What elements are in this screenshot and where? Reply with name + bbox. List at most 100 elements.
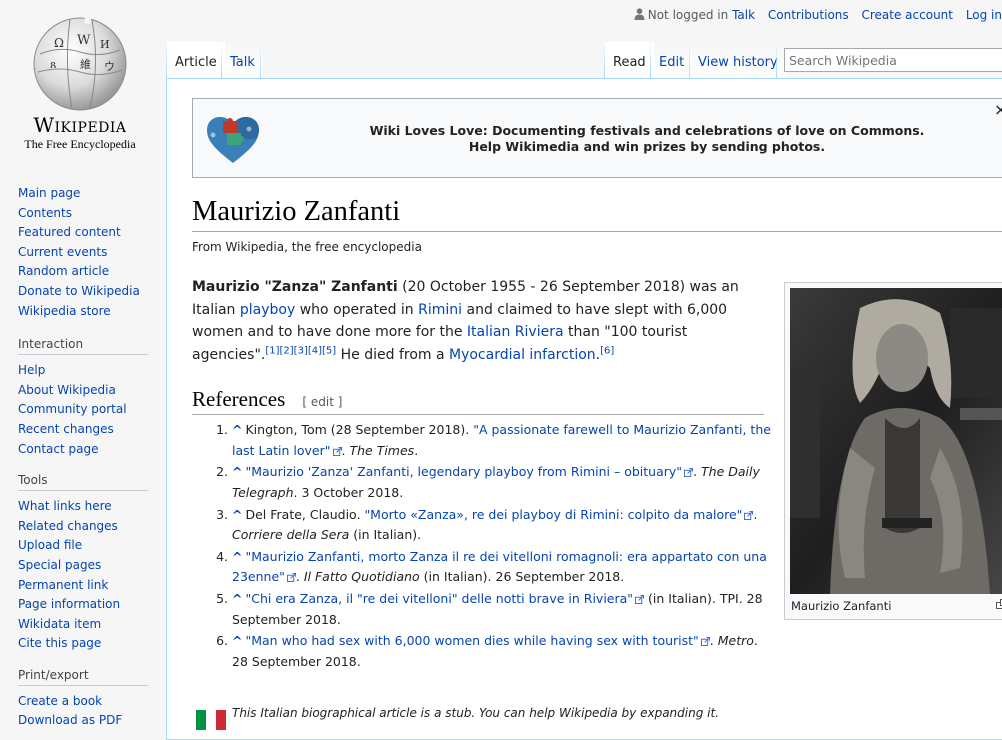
banner-line-2[interactable]: Help Wikimedia and win prizes by sending… [273,139,1002,155]
central-notice-banner: Wiki Loves Love: Documenting festivals a… [192,98,1002,178]
personal-tools: Not logged in Talk Contributions Create … [634,8,1002,22]
ref-author: Kington, Tom (28 September 2018). [245,422,473,437]
references-title: References [192,387,285,411]
sidebar-item-upload-file[interactable]: Upload file [18,538,82,552]
sidebar-item-store[interactable]: Wikipedia store [18,304,111,318]
svg-text:W: W [77,33,91,48]
sidebar-item-donate[interactable]: Donate to Wikipedia [18,284,140,298]
svg-text:ጸ: ጸ [50,58,56,71]
backlink-caret[interactable]: ^ [232,507,242,522]
section-edit-link[interactable]: [ edit ] [302,395,342,409]
ref-details: (in Italian). 26 September 2018. [420,569,625,584]
citation-link[interactable]: [6] [600,345,614,356]
ref-publication: Corriere della Sera [232,527,349,542]
italy-flag-icon [196,710,226,730]
close-icon[interactable]: × [994,100,1002,119]
puzzle-heart-icon [205,115,261,165]
tab-read[interactable]: Read [605,42,654,78]
search-input[interactable] [784,48,1002,72]
ref-title-link[interactable]: "Man who had sex with 6,000 women dies w… [245,633,698,648]
create-account-link[interactable]: Create account [861,8,953,22]
sidebar-item-random-article[interactable]: Random article [18,264,109,278]
tab-edit[interactable]: Edit [651,42,692,78]
stub-notice: This Italian biographical article is a s… [232,706,719,720]
logo-wordmark: Wikipedia [0,113,160,137]
citation-links[interactable]: [1][2][3][4][5] [265,345,336,356]
tab-article[interactable]: Article [167,42,225,78]
backlink-caret[interactable]: ^ [232,549,242,564]
external-link-icon [635,595,644,604]
sidebar-heading-interaction: Interaction [18,337,148,355]
sidebar-item-recent-changes[interactable]: Recent changes [18,422,114,436]
references-list: ^Kington, Tom (28 September 2018). "A pa… [212,420,777,674]
ref-author: Del Frate, Claudio. [245,507,364,522]
talk-link[interactable]: Talk [732,8,755,22]
tab-separator [776,42,777,78]
sidebar-item-permanent-link[interactable]: Permanent link [18,578,108,592]
tab-talk[interactable]: Talk [222,42,263,78]
sidebar-heading-print-export: Print/export [18,668,148,686]
link-myocardial-infarction[interactable]: Myocardial infarction [449,347,596,363]
wikipedia-logo[interactable]: Ω W И ጸ 維 ウ Wikipedia The Free Encyclope… [0,0,160,160]
portrait-photo[interactable] [790,288,1002,594]
contributions-link[interactable]: Contributions [768,8,849,22]
svg-text:ウ: ウ [104,60,115,73]
ref-title-link[interactable]: "Morto «Zanza», re dei playboy di Rimini… [364,507,742,522]
link-rimini[interactable]: Rimini [418,302,462,318]
sidebar-item-download-pdf[interactable]: Download as PDF [18,713,122,727]
ref-details: (in Italian). [349,527,421,542]
subject-name: Maurizio "Zanza" Zanfanti [192,279,398,295]
not-logged-in-label: Not logged in [648,8,729,22]
sidebar-item-help[interactable]: Help [18,363,45,377]
external-link-icon [701,637,710,646]
sidebar-item-about[interactable]: About Wikipedia [18,383,116,397]
user-icon [634,8,645,20]
banner-line-1[interactable]: Wiki Loves Love: Documenting festivals a… [273,123,1002,139]
ref-title-link[interactable]: "Chi era Zanza, il "re dei vitelloni" de… [245,591,633,606]
sidebar-item-page-information[interactable]: Page information [18,597,120,611]
reference-item: ^"Maurizio Zanfanti, morto Zanza il re d… [232,547,777,588]
sidebar-item-contents[interactable]: Contents [18,206,72,220]
infobox-thumbnail: Maurizio Zanfanti [784,282,1002,620]
tab-view-history[interactable]: View history [690,42,786,78]
sidebar-item-what-links-here[interactable]: What links here [18,499,112,513]
sidebar-item-featured-content[interactable]: Featured content [18,225,121,239]
sidebar: Main page Contents Featured content Curr… [18,184,158,731]
globe-icon: Ω W И ጸ 維 ウ [30,14,130,114]
thumbnail-caption: Maurizio Zanfanti [791,599,891,613]
backlink-caret[interactable]: ^ [232,591,242,606]
sidebar-item-cite-this-page[interactable]: Cite this page [18,636,101,650]
svg-text:Ω: Ω [54,36,64,50]
lead-text: He died from a [336,347,449,363]
reference-item: ^"Maurizio 'Zanza' Zanfanti, legendary p… [232,462,777,503]
backlink-caret[interactable]: ^ [232,633,242,648]
reference-item: ^Del Frate, Claudio. "Morto «Zanza», re … [232,505,777,546]
sidebar-item-contact-page[interactable]: Contact page [18,442,98,456]
ref-details: . 3 October 2018. [294,485,404,500]
sidebar-main-nav: Main page Contents Featured content Curr… [18,184,158,321]
sidebar-item-create-book[interactable]: Create a book [18,694,102,708]
link-italian-riviera[interactable]: Italian Riviera [467,324,564,340]
sidebar-item-community-portal[interactable]: Community portal [18,402,127,416]
sidebar-item-related-changes[interactable]: Related changes [18,519,118,533]
banner-message: Wiki Loves Love: Documenting festivals a… [273,123,1002,155]
magnify-icon[interactable] [996,599,1002,609]
sidebar-item-special-pages[interactable]: Special pages [18,558,101,572]
link-playboy[interactable]: playboy [240,302,295,318]
login-link[interactable]: Log in [966,8,1002,22]
backlink-caret[interactable]: ^ [232,464,242,479]
external-link-icon [333,447,342,456]
external-link-icon [287,573,296,582]
svg-text:維: 維 [80,58,91,71]
ref-title-link[interactable]: "Maurizio 'Zanza' Zanfanti, legendary pl… [245,464,682,479]
ref-publication: Il Fatto Quotidiano [304,569,420,584]
backlink-caret[interactable]: ^ [232,422,242,437]
logo-tagline: The Free Encyclopedia [0,137,160,152]
lead-paragraph: Maurizio "Zanza" Zanfanti (20 October 19… [192,276,764,366]
sidebar-item-current-events[interactable]: Current events [18,245,107,259]
sidebar-heading-tools: Tools [18,473,148,491]
sidebar-item-main-page[interactable]: Main page [18,186,80,200]
external-link-icon [744,511,753,520]
reference-item: ^Kington, Tom (28 September 2018). "A pa… [232,420,777,461]
sidebar-item-wikidata-item[interactable]: Wikidata item [18,617,101,631]
